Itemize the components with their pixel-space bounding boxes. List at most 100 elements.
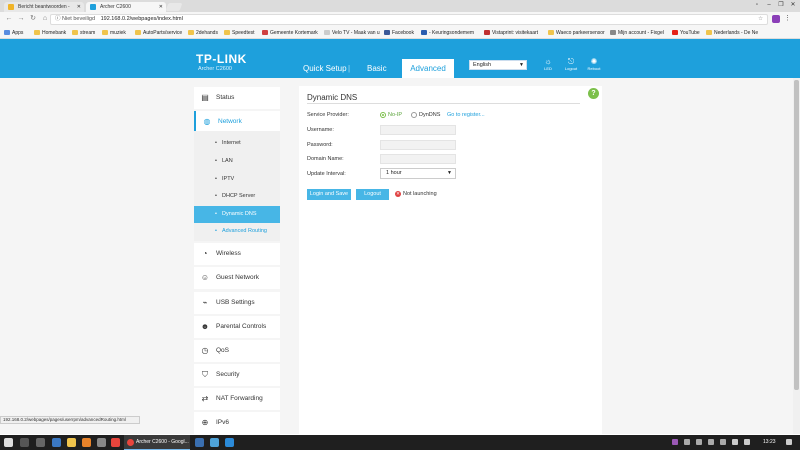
- restore-icon[interactable]: ❐: [775, 0, 787, 11]
- bookmark-item[interactable]: Vistaprint: visitekaart: [484, 29, 538, 37]
- user-icon[interactable]: ▫: [751, 0, 763, 11]
- app-icon[interactable]: [195, 438, 204, 447]
- divider: [307, 103, 580, 104]
- provider-dyndns-radio[interactable]: DynDNS: [411, 112, 440, 118]
- chrome-menu-icon[interactable]: ⋮: [784, 14, 791, 22]
- password-field[interactable]: [380, 140, 456, 150]
- network-icon[interactable]: [732, 439, 738, 445]
- sidebar-item-status[interactable]: ▤ Status: [194, 87, 280, 109]
- bookmark-item[interactable]: Mijn account - Fixgel: [610, 29, 664, 37]
- tray-icon[interactable]: [672, 439, 678, 445]
- nav-basic[interactable]: Basic: [367, 64, 387, 73]
- notifications-icon[interactable]: [786, 439, 792, 445]
- facebook-icon: [384, 30, 390, 35]
- sidebar-item-wireless[interactable]: ◔ Wireless: [194, 243, 280, 265]
- app-icon[interactable]: [225, 438, 234, 447]
- search-icon[interactable]: [20, 438, 29, 447]
- domain-name-field[interactable]: [380, 154, 456, 164]
- forward-icon[interactable]: →: [16, 14, 26, 24]
- sidebar-item-parental-controls[interactable]: ☻ Parental Controls: [194, 316, 280, 338]
- address-bar[interactable]: ⓘ Niet beveiligd 192.168.0.2/webpages/in…: [50, 14, 768, 25]
- go-to-register-link[interactable]: Go to register...: [447, 112, 485, 118]
- close-tab-icon[interactable]: ✕: [159, 2, 163, 12]
- new-tab-button[interactable]: [165, 3, 183, 11]
- back-icon[interactable]: ←: [4, 14, 14, 24]
- tab-bericht[interactable]: Bericht beantwoorden - ✕: [4, 2, 84, 12]
- tray-icon[interactable]: [708, 439, 714, 445]
- nav-advanced[interactable]: Advanced: [402, 59, 454, 78]
- main-content: [299, 86, 602, 434]
- bookmark-item[interactable]: Nederlands - De Ne: [706, 29, 758, 37]
- app-icon[interactable]: [210, 438, 219, 447]
- login-and-save-button[interactable]: Login and Save: [307, 189, 351, 200]
- sidebar-sub-dhcp-server[interactable]: DHCP Server: [194, 188, 280, 205]
- page-scrollbar[interactable]: [793, 78, 800, 434]
- bookmark-item[interactable]: AutoParts/service: [135, 29, 182, 37]
- language-select[interactable]: English ▼: [469, 60, 527, 70]
- sidebar-item-qos[interactable]: ◷ QoS: [194, 340, 280, 362]
- tab-archer[interactable]: Archer C2600 ✕: [86, 2, 166, 12]
- router-header: TP-LINK Archer C2600 Quick Setup | Basic…: [0, 39, 800, 78]
- bookmark-item[interactable]: 2dehands: [188, 29, 218, 37]
- nav-quick-setup[interactable]: Quick Setup: [303, 64, 347, 73]
- sidebar-sub-iptv[interactable]: IPTV: [194, 171, 280, 188]
- bookmark-apps[interactable]: Apps: [4, 29, 23, 37]
- sidebar-item-nat-forwarding[interactable]: ⇄ NAT Forwarding: [194, 388, 280, 410]
- led-icon: ☼: [544, 57, 552, 66]
- sidebar-sub-dynamic-dns[interactable]: Dynamic DNS: [194, 206, 280, 223]
- bookmark-item[interactable]: stream: [72, 29, 95, 37]
- tray-icon[interactable]: [696, 439, 702, 445]
- edge-icon[interactable]: [52, 438, 61, 447]
- shield-icon: ⛉: [202, 370, 208, 379]
- logout-button-ddns[interactable]: Logout: [356, 189, 389, 200]
- bookmark-item[interactable]: Facebook: [384, 29, 414, 37]
- reload-icon[interactable]: ↻: [28, 14, 38, 24]
- update-interval-select[interactable]: 1 hour ▼: [380, 168, 456, 179]
- security-indicator[interactable]: ⓘ Niet beveiligd: [55, 16, 95, 22]
- tray-icon[interactable]: [720, 439, 726, 445]
- bookmark-item[interactable]: Velo TV - Maak van u: [324, 29, 380, 37]
- explorer-icon[interactable]: [67, 438, 76, 447]
- bookmark-item[interactable]: Homebank: [34, 29, 66, 37]
- help-icon[interactable]: ?: [588, 88, 599, 99]
- logout-icon: ⎋: [567, 57, 575, 66]
- sidebar-item-usb-settings[interactable]: ⌁ USB Settings: [194, 292, 280, 314]
- bookmark-item[interactable]: - Keuringsondemem: [421, 29, 474, 37]
- sidebar-item-guest-network[interactable]: ☺ Guest Network: [194, 267, 280, 289]
- reboot-button[interactable]: ✺ Reboot: [584, 57, 604, 71]
- minimize-icon[interactable]: –: [763, 0, 775, 11]
- password-label: Password:: [307, 142, 333, 148]
- bookmark-item[interactable]: Speedtest: [224, 29, 255, 37]
- sidebar-item-ipv6[interactable]: ⊕ IPv6: [194, 412, 280, 434]
- chrome-icon[interactable]: [111, 438, 120, 447]
- taskbar-task-chrome[interactable]: Archer C2600 - Googl...: [124, 435, 190, 450]
- led-button[interactable]: ☼ LED: [538, 57, 558, 71]
- bookmark-item[interactable]: Gemeente Kortemark: [262, 29, 318, 37]
- home-icon[interactable]: ⌂: [40, 14, 50, 24]
- task-view-icon[interactable]: [36, 438, 45, 447]
- taskbar-clock[interactable]: 13:23: [763, 435, 776, 450]
- app-icon[interactable]: [97, 438, 106, 447]
- page-title: Dynamic DNS: [307, 93, 358, 102]
- logout-button[interactable]: ⎋ Logout: [561, 57, 581, 71]
- close-window-icon[interactable]: ✕: [787, 0, 799, 11]
- sidebar-item-network[interactable]: ◍ Network: [194, 111, 280, 133]
- bookmark-item[interactable]: muziek: [102, 29, 126, 37]
- windows-start-icon[interactable]: [4, 438, 13, 447]
- bookmark-item[interactable]: Waeco parkeersensor: [548, 29, 605, 37]
- close-tab-icon[interactable]: ✕: [77, 2, 81, 12]
- volume-icon[interactable]: [744, 439, 750, 445]
- extension-icon[interactable]: [772, 15, 780, 23]
- sidebar-sub-lan[interactable]: LAN: [194, 153, 280, 170]
- tray-icon[interactable]: [684, 439, 690, 445]
- bookmark-star-icon[interactable]: ☆: [758, 15, 763, 24]
- bookmark-item[interactable]: YouTube: [672, 29, 700, 37]
- sidebar-sub-internet[interactable]: Internet: [194, 135, 280, 152]
- username-field[interactable]: [380, 125, 456, 135]
- scrollbar-thumb[interactable]: [794, 80, 799, 390]
- mail-icon: [8, 4, 14, 10]
- sidebar-sub-advanced-routing[interactable]: Advanced Routing: [194, 223, 280, 240]
- firefox-icon[interactable]: [82, 438, 91, 447]
- sidebar-item-security[interactable]: ⛉ Security: [194, 364, 280, 386]
- provider-noip-radio[interactable]: No-IP: [380, 112, 402, 118]
